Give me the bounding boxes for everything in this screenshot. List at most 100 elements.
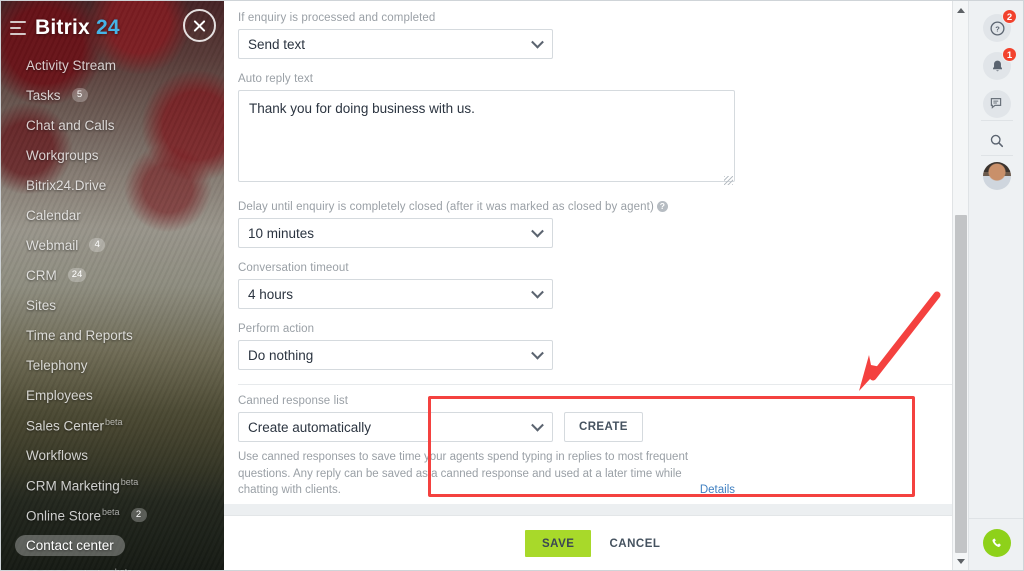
section-canned-response: Canned response list Create automaticall… — [238, 385, 954, 499]
right-rail: ? 2 1 — [968, 0, 1024, 571]
select-conversation-timeout[interactable]: 4 hours — [238, 279, 553, 309]
beta-tag: beta — [120, 476, 139, 487]
sidebar-item-online-store[interactable]: Online Storebeta 2 — [0, 500, 224, 530]
chat-bubble-icon — [990, 98, 1002, 109]
sidebar-item-crm-analytics[interactable]: CRM Analyticsbeta — [0, 560, 224, 571]
phone-icon — [992, 538, 1001, 547]
sidebar-item-label: Telephony — [26, 357, 88, 373]
chevron-down-icon — [531, 224, 544, 238]
settings-slider-dialog: If enquiry is processed and completed Se… — [224, 0, 968, 571]
sidebar-item-telephony[interactable]: Telephony — [0, 350, 224, 380]
avatar[interactable] — [983, 162, 1011, 190]
chevron-down-icon — [531, 418, 544, 432]
select-canned-response-value: Create automatically — [248, 419, 372, 435]
sidebar-item-sales-center[interactable]: Sales Centerbeta — [0, 410, 224, 440]
select-enquiry-processed[interactable]: Send text — [238, 29, 553, 59]
select-perform-action[interactable]: Do nothing — [238, 340, 553, 370]
beta-tag: beta — [115, 567, 133, 571]
save-button[interactable]: SAVE — [525, 530, 592, 557]
sidebar-item-label: Employees — [26, 387, 93, 403]
dialog-gap-strip — [224, 504, 968, 515]
help-circle-icon: ? — [989, 20, 1005, 36]
sidebar-item-count: 5 — [71, 88, 88, 102]
chevron-down-icon — [531, 285, 544, 299]
field-perform-action: Perform action Do nothing — [238, 323, 954, 370]
sidebar-item-bitrix24-drive[interactable]: Bitrix24.Drive — [0, 170, 224, 200]
sidebar-item-label: Activity Stream — [26, 57, 117, 73]
page-scrollbar-track[interactable] — [952, 0, 968, 571]
page-scrollbar-thumb[interactable] — [955, 215, 967, 553]
sidebar-item-activity-stream[interactable]: Activity Stream — [0, 50, 224, 80]
label-delay-close-text: Delay until enquiry is completely closed… — [238, 201, 654, 213]
beta-tag: beta — [105, 416, 123, 427]
scroll-down-icon[interactable] — [953, 553, 969, 569]
help-badge: 2 — [1002, 9, 1017, 24]
hamburger-menu-icon[interactable] — [10, 21, 26, 35]
help-icon[interactable]: ? — [656, 201, 668, 212]
sidebar-item-crm-marketing[interactable]: CRM Marketingbeta — [0, 470, 224, 500]
search-button[interactable] — [983, 127, 1011, 155]
sidebar-item-label: CRM Analyticsbeta — [26, 567, 132, 571]
field-enquiry-processed: If enquiry is processed and completed Se… — [238, 12, 954, 59]
sidebar-item-label: Contact center — [15, 534, 125, 556]
notifications-badge: 1 — [1002, 47, 1017, 62]
dialog-footer: SAVE CANCEL — [224, 515, 968, 571]
sidebar-item-count: 4 — [89, 238, 106, 252]
bell-icon — [992, 60, 1002, 71]
select-enquiry-processed-value: Send text — [248, 36, 306, 52]
screen-root: Cont Cont Cor Bitrix 24 Activity StreamT… — [0, 0, 1024, 571]
help-button[interactable]: ? 2 — [983, 9, 1017, 42]
chevron-down-icon — [531, 346, 544, 360]
sidebar-item-time-and-reports[interactable]: Time and Reports — [0, 320, 224, 350]
chevron-down-icon — [531, 35, 544, 49]
sidebar-item-label: Time and Reports — [26, 327, 133, 343]
form-scroll-area: If enquiry is processed and completed Se… — [224, 0, 968, 515]
auto-reply-textarea[interactable] — [238, 90, 735, 182]
label-canned-response: Canned response list — [238, 395, 349, 407]
details-link[interactable]: Details — [700, 482, 735, 499]
close-icon[interactable] — [183, 9, 216, 42]
select-delay-close[interactable]: 10 minutes — [238, 218, 553, 248]
sidebar-item-employees[interactable]: Employees — [0, 380, 224, 410]
rail-divider-2 — [981, 155, 1013, 156]
select-perform-action-value: Do nothing — [248, 347, 314, 363]
sidebar-item-label: CRM Marketingbeta — [26, 476, 139, 494]
sidebar-item-tasks[interactable]: Tasks 5 — [0, 80, 224, 110]
scroll-up-icon[interactable] — [953, 2, 969, 18]
sidebar-item-contact-center[interactable]: Contact center — [0, 530, 224, 560]
slider-pane: If enquiry is processed and completed Se… — [224, 0, 968, 571]
cancel-button[interactable]: CANCEL — [603, 530, 666, 557]
label-delay-close: Delay until enquiry is completely closed… — [238, 201, 954, 213]
auto-reply-textarea-wrapper — [238, 90, 735, 187]
sidebar-item-label: Online Storebeta — [26, 506, 120, 524]
call-button[interactable] — [983, 529, 1011, 557]
resize-grip-icon[interactable] — [724, 176, 733, 185]
sidebar-item-sites[interactable]: Sites — [0, 290, 224, 320]
sidebar-item-label: CRM — [26, 267, 57, 283]
label-conversation-timeout: Conversation timeout — [238, 262, 349, 274]
sidebar-item-chat-and-calls[interactable]: Chat and Calls — [0, 110, 224, 140]
field-auto-reply: Auto reply text — [238, 73, 954, 187]
sidebar-item-workgroups[interactable]: Workgroups — [0, 140, 224, 170]
rail-divider-1 — [981, 120, 1013, 121]
select-conversation-timeout-value: 4 hours — [248, 286, 294, 302]
select-canned-response[interactable]: Create automatically — [238, 412, 553, 442]
svg-text:?: ? — [995, 24, 1000, 33]
sidebar-item-webmail[interactable]: Webmail 4 — [0, 230, 224, 260]
label-perform-action: Perform action — [238, 323, 315, 335]
sidebar-item-crm[interactable]: CRM 24 — [0, 260, 224, 290]
field-delay-close: Delay until enquiry is completely closed… — [238, 201, 954, 248]
canned-response-hint: Use canned responses to save time your a… — [238, 449, 735, 499]
sidebar-menu: Activity Stream Tasks 5 Chat and Calls Workg… — [0, 50, 224, 571]
notifications-button[interactable]: 1 — [983, 47, 1017, 80]
beta-tag: beta — [102, 506, 120, 517]
sidebar-item-label: Webmail — [26, 237, 79, 253]
sidebar-item-label: Tasks — [26, 87, 61, 103]
search-icon — [990, 134, 1004, 148]
create-button[interactable]: CREATE — [564, 412, 643, 442]
sidebar-item-workflows[interactable]: Workflows — [0, 440, 224, 470]
sidebar-item-label: Sites — [26, 297, 57, 313]
sidebar-item-calendar[interactable]: Calendar — [0, 200, 224, 230]
messages-button[interactable] — [983, 90, 1011, 118]
rail-divider-3 — [969, 518, 1024, 519]
